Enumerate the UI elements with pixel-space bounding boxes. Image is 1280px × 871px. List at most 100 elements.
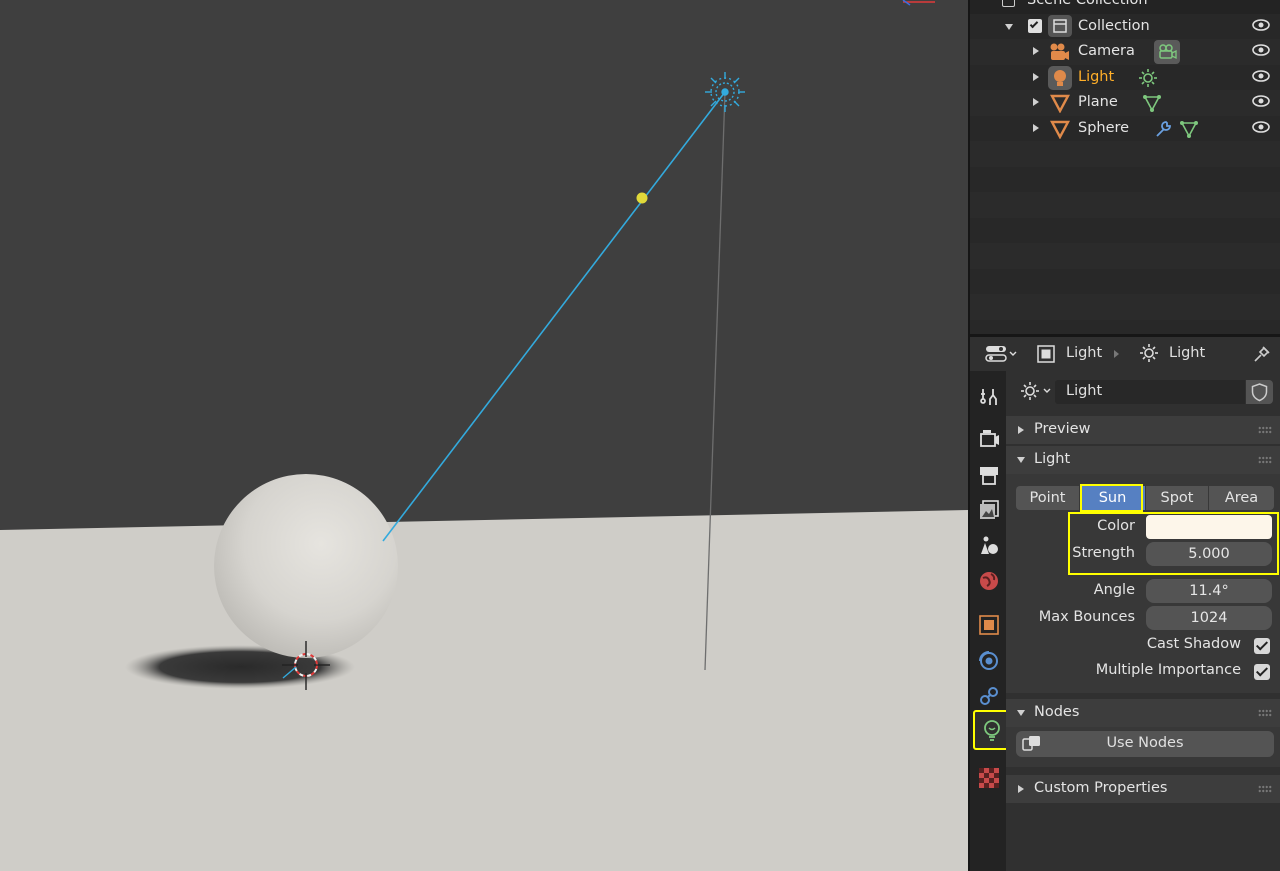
collection-icon xyxy=(1048,14,1072,37)
light-type-point[interactable]: Point xyxy=(1016,486,1079,510)
outliner-empty-row xyxy=(970,243,1280,269)
mesh-data-icon[interactable] xyxy=(1179,119,1199,143)
wrench-modifier-icon[interactable] xyxy=(1153,119,1173,143)
panel-nodes-title: Nodes xyxy=(1034,704,1080,720)
breadcrumb-separator-icon xyxy=(1114,350,1119,358)
properties-editor[interactable]: Light Light Light Preview Light Point Su… xyxy=(970,337,1280,871)
camera-object-icon xyxy=(1048,42,1070,66)
drag-grip-icon[interactable] xyxy=(1258,785,1272,793)
color-swatch[interactable] xyxy=(1146,515,1272,539)
navigation-gizmo[interactable] xyxy=(902,0,935,6)
datablock-name-field[interactable]: Light xyxy=(1055,380,1245,404)
outliner-item-label: Plane xyxy=(1078,94,1118,110)
outliner-row-scene-collection[interactable]: Scene Collection xyxy=(970,0,1280,14)
expand-sphere-icon[interactable] xyxy=(1033,123,1039,132)
plane-object[interactable] xyxy=(0,510,968,871)
outliner-row-camera[interactable]: Camera xyxy=(970,39,1280,65)
max-bounces-field[interactable]: 1024 xyxy=(1146,606,1272,630)
outliner-row-collection[interactable]: Collection xyxy=(970,13,1280,39)
panel-nodes-header[interactable]: Nodes xyxy=(1006,699,1280,727)
light-type-menu-icon[interactable] xyxy=(1020,381,1056,405)
tab-tool[interactable] xyxy=(975,383,1003,411)
scene-collection-icon xyxy=(1002,0,1015,7)
max-bounces-label: Max Bounces xyxy=(1038,609,1135,625)
expand-light-icon[interactable] xyxy=(1033,72,1039,81)
expand-arrow-icon xyxy=(1017,710,1025,716)
outliner-item-label: Sphere xyxy=(1078,119,1130,136)
panel-custom-properties-title: Custom Properties xyxy=(1034,780,1168,796)
panel-preview-header[interactable]: Preview xyxy=(1006,416,1280,444)
light-type-spot[interactable]: Spot xyxy=(1146,486,1208,510)
tab-texture[interactable] xyxy=(975,764,1003,792)
eye-icon[interactable] xyxy=(1252,43,1270,61)
object-icon xyxy=(1037,345,1055,367)
expand-collection-icon[interactable] xyxy=(1005,23,1013,30)
tab-constraints[interactable] xyxy=(975,682,1003,710)
viewport-scene xyxy=(0,0,968,871)
collapse-arrow-icon xyxy=(1018,426,1024,434)
drag-grip-icon[interactable] xyxy=(1258,456,1272,464)
expand-camera-icon[interactable] xyxy=(1033,47,1039,55)
expand-arrow-icon xyxy=(1017,457,1025,463)
light-type-area[interactable]: Area xyxy=(1209,486,1274,510)
panel-light-title: Light xyxy=(1034,451,1071,467)
panel-custom-properties-header[interactable]: Custom Properties xyxy=(1006,775,1280,803)
properties-content: Light Preview Light Point Sun Spot Area … xyxy=(1006,371,1280,871)
light-object-icon xyxy=(1048,65,1072,90)
drag-grip-icon[interactable] xyxy=(1258,426,1272,434)
collapse-arrow-icon xyxy=(1018,785,1024,793)
multiple-importance-checkbox[interactable] xyxy=(1254,664,1270,680)
tab-scene[interactable] xyxy=(975,531,1003,559)
tab-view-layer[interactable] xyxy=(975,496,1003,524)
3d-viewport[interactable] xyxy=(0,0,968,871)
expand-plane-icon[interactable] xyxy=(1033,98,1039,106)
mesh-object-icon xyxy=(1050,119,1070,143)
datablock-name: Light xyxy=(1066,383,1103,399)
collection-checkbox[interactable] xyxy=(1028,18,1042,33)
properties-tab-bar xyxy=(970,371,1011,871)
sun-light-gizmo-icon[interactable] xyxy=(705,72,745,112)
outliner-item-label: Camera xyxy=(1078,43,1135,59)
cast-shadow-checkbox[interactable] xyxy=(1254,638,1270,654)
outliner-panel[interactable]: Scene Collection Collection Camera Light… xyxy=(970,0,1280,334)
tab-output[interactable] xyxy=(975,461,1003,489)
camera-data-icon[interactable] xyxy=(1154,40,1180,64)
tab-object[interactable] xyxy=(975,611,1003,639)
eye-icon[interactable] xyxy=(1252,69,1270,87)
panel-nodes-body: Use Nodes xyxy=(1006,727,1280,767)
pin-icon[interactable] xyxy=(1252,344,1272,368)
strength-label: Strength xyxy=(1072,545,1135,561)
light-type-sun[interactable]: Sun xyxy=(1080,486,1145,510)
outliner-item-label-selected: Light xyxy=(1078,68,1115,85)
strength-field[interactable]: 5.000 xyxy=(1146,542,1272,566)
eye-icon[interactable] xyxy=(1252,94,1270,112)
fake-user-shield-icon[interactable] xyxy=(1246,380,1273,404)
outliner-row-plane[interactable]: Plane xyxy=(970,90,1280,116)
sun-direction-line xyxy=(382,91,726,542)
drag-grip-icon[interactable] xyxy=(1258,709,1272,717)
sun-rotation-handle[interactable] xyxy=(636,192,648,204)
panel-light-header[interactable]: Light xyxy=(1006,446,1280,474)
properties-header: Light Light xyxy=(970,337,1280,371)
collection-label: Collection xyxy=(1078,17,1150,34)
editor-type-icon[interactable] xyxy=(984,343,1020,369)
tab-world[interactable] xyxy=(975,567,1003,595)
eye-icon[interactable] xyxy=(1252,18,1270,36)
mesh-data-icon[interactable] xyxy=(1142,93,1162,117)
tab-physics[interactable] xyxy=(975,647,1003,675)
panel-preview-title: Preview xyxy=(1034,421,1091,437)
angle-field[interactable]: 11.4° xyxy=(1146,579,1272,603)
panel-light-body: Point Sun Spot Area Color Strength 5.000… xyxy=(1006,474,1280,693)
multiple-importance-label: Multiple Importance xyxy=(1095,662,1241,678)
outliner-empty-row xyxy=(970,141,1280,167)
outliner-row-light[interactable]: Light xyxy=(970,64,1280,92)
light-data-icon[interactable] xyxy=(1138,68,1158,92)
use-nodes-button[interactable]: Use Nodes xyxy=(1016,731,1274,757)
light-type-selector: Point Sun Spot Area xyxy=(1016,486,1274,510)
eye-icon[interactable] xyxy=(1252,120,1270,138)
sphere-object[interactable] xyxy=(214,474,398,658)
tab-render[interactable] xyxy=(975,425,1003,453)
color-label: Color xyxy=(1097,518,1135,534)
outliner-row-sphere[interactable]: Sphere xyxy=(970,115,1280,143)
angle-label: Angle xyxy=(1093,582,1135,598)
